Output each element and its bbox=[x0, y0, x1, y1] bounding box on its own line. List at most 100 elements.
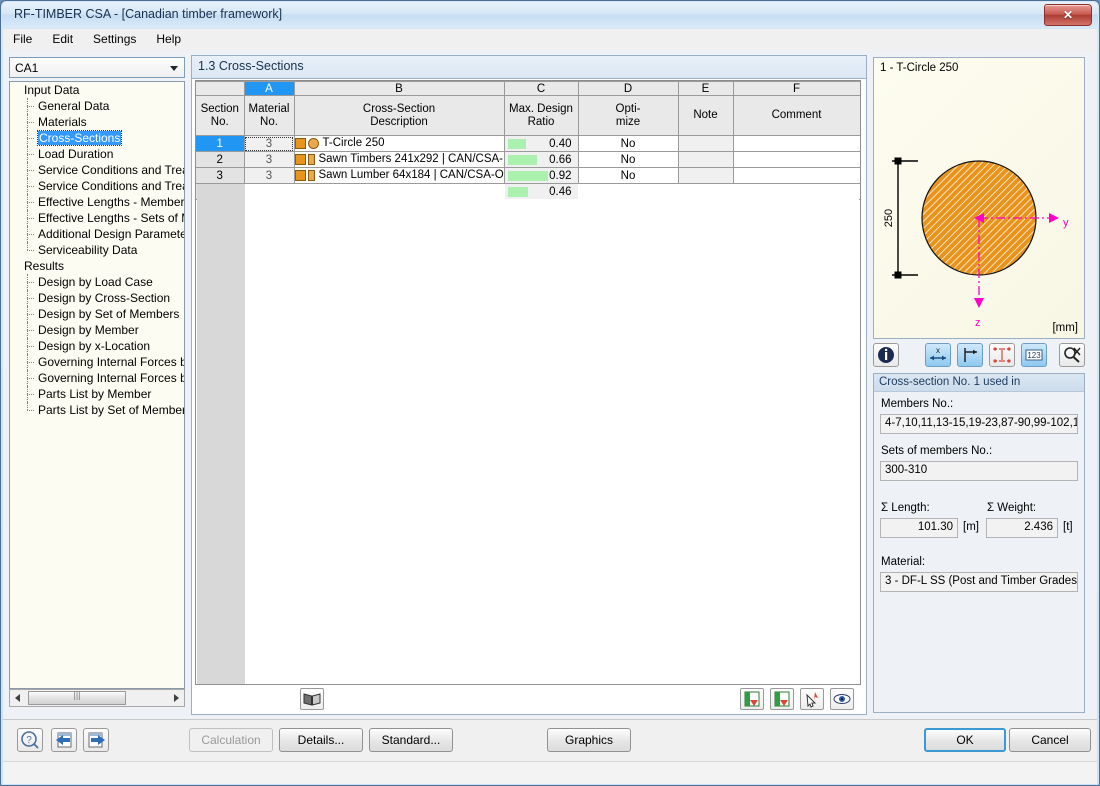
next-button[interactable] bbox=[83, 728, 109, 752]
previous-button[interactable] bbox=[51, 728, 77, 752]
row-header-section-no[interactable]: 3 bbox=[196, 167, 245, 184]
sidebar-item-materials[interactable]: Materials bbox=[10, 114, 184, 130]
sidebar-item-design-by-member[interactable]: Design by Member bbox=[10, 322, 184, 338]
numbering-glyph: 123 bbox=[1025, 349, 1043, 361]
design-case-combo[interactable]: CA1 bbox=[9, 57, 185, 78]
members-field[interactable]: 4-7,10,11,13-15,19-23,87-90,99-102,111-1 bbox=[880, 414, 1078, 434]
sidebar-item-service-conditions-and-treatme[interactable]: Service Conditions and Treatme bbox=[10, 178, 184, 194]
sidebar-item-service-conditions-and-treatme[interactable]: Service Conditions and Treatme bbox=[10, 162, 184, 178]
view-icon[interactable] bbox=[830, 688, 854, 710]
cell-max-design-ratio[interactable]: 0.46 bbox=[504, 183, 579, 200]
cell-optimize[interactable]: No bbox=[578, 167, 679, 184]
dimension-x-icon[interactable]: x bbox=[925, 343, 951, 367]
cell-cross-section-description[interactable]: Sawn Lumber 64x184 | CAN/CSA-O8 bbox=[294, 167, 505, 184]
cell-max-design-ratio[interactable]: 0.40 bbox=[504, 135, 579, 152]
calculation-button[interactable]: Calculation bbox=[189, 728, 273, 752]
status-bar bbox=[3, 761, 1097, 784]
cell-cross-section-description[interactable]: T-Circle 250 bbox=[294, 135, 505, 152]
colhdr-c[interactable]: C bbox=[504, 81, 579, 96]
help-icon[interactable]: ? bbox=[17, 728, 43, 752]
colhdr-a[interactable]: A bbox=[244, 81, 295, 96]
sidebar-item-design-by-load-case[interactable]: Design by Load Case bbox=[10, 274, 184, 290]
tree-item-label: Design by Member bbox=[38, 323, 139, 337]
tree-horizontal-scrollbar[interactable] bbox=[9, 689, 185, 707]
colhdr-d[interactable]: D bbox=[578, 81, 679, 96]
sidebar-item-design-by-cross-section[interactable]: Design by Cross-Section bbox=[10, 290, 184, 306]
table-row[interactable]: 2 3 Sawn Timbers 241x292 | CAN/CSA- 0.66 No bbox=[196, 151, 860, 168]
menu-item-help[interactable]: Help bbox=[146, 29, 191, 49]
colhdr-e[interactable]: E bbox=[678, 81, 734, 96]
ok-button[interactable]: OK bbox=[924, 728, 1006, 752]
cell-note[interactable] bbox=[678, 151, 734, 168]
material-field[interactable]: 3 - DF-L SS (Post and Timber Grades) bbox=[880, 572, 1078, 592]
table-row[interactable]: 1 3 T-Circle 250 0.40 No bbox=[196, 135, 860, 152]
cell-note[interactable] bbox=[678, 167, 734, 184]
menu-item-settings[interactable]: Settings bbox=[83, 29, 146, 49]
sidebar-item-governing-internal-forces-by-m[interactable]: Governing Internal Forces by M bbox=[10, 354, 184, 370]
sidebar-item-serviceability-data[interactable]: Serviceability Data bbox=[10, 242, 184, 258]
weight-field[interactable]: 2.436 bbox=[986, 518, 1058, 538]
column-title-row: Section No. Material No. Cross-Section D… bbox=[196, 95, 860, 136]
sidebar-item-parts-list-by-member[interactable]: Parts List by Member bbox=[10, 386, 184, 402]
colhdr-b[interactable]: B bbox=[294, 81, 505, 96]
details-button[interactable]: Details... bbox=[279, 728, 363, 752]
cell-comment[interactable] bbox=[733, 151, 860, 168]
sidebar-item-general-data[interactable]: General Data bbox=[10, 98, 184, 114]
tree-item-label: Parts List by Member bbox=[38, 387, 152, 401]
close-button[interactable]: ✕ bbox=[1044, 4, 1092, 26]
cross-section-description-text: Sawn Lumber 64x184 | CAN/CSA-O8 bbox=[318, 169, 504, 182]
numbering-icon[interactable]: 123 bbox=[1021, 343, 1047, 367]
table-row[interactable]: 3 3 Sawn Lumber 64x184 | CAN/CSA-O8 0.92 No bbox=[196, 167, 860, 184]
stress-points-icon[interactable] bbox=[989, 343, 1015, 367]
menu-item-file[interactable]: File bbox=[3, 29, 42, 49]
scroll-left-icon[interactable] bbox=[10, 690, 26, 706]
cell-max-design-ratio[interactable]: 0.66 bbox=[504, 151, 579, 168]
cell-cross-section-description[interactable]: Sawn Timbers 241x292 | CAN/CSA- bbox=[294, 151, 505, 168]
sidebar-item-effective-lengths-members[interactable]: Effective Lengths - Members bbox=[10, 194, 184, 210]
cell-optimize[interactable]: No bbox=[578, 151, 679, 168]
zoom-off-icon[interactable] bbox=[1059, 343, 1085, 367]
cell-optimize[interactable]: No bbox=[578, 135, 679, 152]
sidebar-item-additional-design-parameters[interactable]: Additional Design Parameters bbox=[10, 226, 184, 242]
sidebar-item-design-by-set-of-members[interactable]: Design by Set of Members bbox=[10, 306, 184, 322]
cell-note[interactable] bbox=[678, 135, 734, 152]
excel-export-icon[interactable] bbox=[770, 688, 794, 710]
tab-cross-sections[interactable]: 1.3 Cross-Sections bbox=[198, 59, 304, 73]
sidebar-item-parts-list-by-set-of-members[interactable]: Parts List by Set of Members bbox=[10, 402, 184, 418]
cell-max-design-ratio[interactable]: 0.92 bbox=[504, 167, 579, 184]
sidebar-item-cross-sections[interactable]: Cross-Sections bbox=[10, 130, 184, 146]
length-field[interactable]: 101.30 bbox=[880, 518, 958, 538]
cross-section-graphic[interactable]: 1 - T-Circle 250 250 y z [mm] bbox=[873, 57, 1085, 339]
cell-material-no[interactable]: 3 bbox=[244, 151, 295, 168]
sets-field[interactable]: 300-310 bbox=[880, 461, 1078, 481]
menu-item-edit[interactable]: Edit bbox=[42, 29, 83, 49]
pick-icon[interactable] bbox=[800, 688, 824, 710]
book-icon[interactable] bbox=[300, 688, 324, 710]
sidebar-item-load-duration[interactable]: Load Duration bbox=[10, 146, 184, 162]
row-header-section-no[interactable]: 1 bbox=[196, 135, 245, 152]
excel-import-icon[interactable] bbox=[740, 688, 764, 710]
axes-icon[interactable] bbox=[957, 343, 983, 367]
sidebar-item-effective-lengths-sets-of-mem[interactable]: Effective Lengths - Sets of Mem bbox=[10, 210, 184, 226]
colhdr-f[interactable]: F bbox=[733, 81, 860, 96]
cell-material-no[interactable]: 3 bbox=[244, 167, 295, 184]
row-header-section-no[interactable]: 2 bbox=[196, 151, 245, 168]
scroll-right-icon[interactable] bbox=[168, 690, 184, 706]
sidebar-item-results[interactable]: Results bbox=[10, 258, 184, 274]
scrollbar-thumb[interactable] bbox=[28, 690, 126, 705]
cancel-button[interactable]: Cancel bbox=[1009, 728, 1091, 752]
info-icon[interactable] bbox=[873, 343, 899, 367]
cell-material-no[interactable]: 3 bbox=[244, 135, 295, 152]
sidebar-item-governing-internal-forces-by-s[interactable]: Governing Internal Forces by S bbox=[10, 370, 184, 386]
cell-comment[interactable] bbox=[733, 135, 860, 152]
standard-button[interactable]: Standard... bbox=[369, 728, 453, 752]
cell-comment[interactable] bbox=[733, 167, 860, 184]
content-pane: 1.3 Cross-Sections A B C D E F Section N… bbox=[191, 55, 867, 715]
cross-sections-table[interactable]: A B C D E F Section No. Material No. Cro… bbox=[195, 80, 861, 685]
application-window: RF-TIMBER CSA - [Canadian timber framewo… bbox=[0, 0, 1100, 786]
navigation-tree[interactable]: Input Data General Data Materials Cross-Sec… bbox=[9, 81, 185, 689]
sidebar-item-input-data[interactable]: Input Data bbox=[10, 82, 184, 98]
tree-item-label: Design by Cross-Section bbox=[38, 291, 171, 305]
sidebar-item-design-by-x-location[interactable]: Design by x-Location bbox=[10, 338, 184, 354]
graphics-button[interactable]: Graphics bbox=[547, 728, 631, 752]
